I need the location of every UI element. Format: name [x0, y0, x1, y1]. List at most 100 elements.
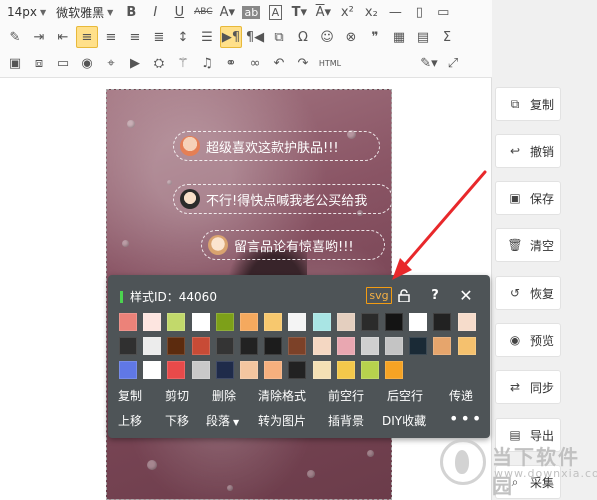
subscript-icon[interactable]: x₂: [360, 1, 382, 23]
ltr-icon[interactable]: ▶¶: [220, 26, 242, 48]
superscript-icon[interactable]: x²: [336, 1, 358, 23]
action-move-up[interactable]: 上移: [118, 412, 142, 429]
align-left-icon[interactable]: ≡: [76, 26, 98, 48]
action-space-after[interactable]: 后空行: [387, 387, 423, 404]
color-swatch[interactable]: [264, 361, 283, 379]
side-copy-button[interactable]: ⧉ 复制: [495, 87, 561, 121]
omega-icon[interactable]: Ω: [292, 26, 314, 48]
color-swatch[interactable]: [409, 313, 428, 331]
line-height-icon[interactable]: ↕: [172, 26, 194, 48]
color-swatch[interactable]: [167, 313, 186, 331]
brush-icon[interactable]: ⛭: [148, 52, 170, 74]
background-color-icon[interactable]: ab: [240, 1, 262, 23]
color-swatch[interactable]: [119, 313, 137, 331]
color-swatch[interactable]: [215, 313, 234, 331]
record-icon[interactable]: ◉: [76, 52, 98, 74]
italic-icon[interactable]: I: [144, 1, 166, 23]
color-swatch[interactable]: [457, 313, 476, 331]
help-icon[interactable]: ?: [426, 286, 444, 304]
sigma-icon[interactable]: Σ: [436, 26, 458, 48]
map-icon[interactable]: ⌖: [100, 52, 122, 74]
link-icon[interactable]: ⊗: [340, 26, 362, 48]
side-save-button[interactable]: ▣ 保存: [495, 181, 561, 215]
color-swatch[interactable]: [239, 337, 258, 355]
color-swatch[interactable]: [191, 313, 210, 331]
format-icon[interactable]: ✎▾: [418, 52, 440, 74]
color-swatch[interactable]: [239, 361, 258, 379]
color-swatch[interactable]: [215, 361, 234, 379]
video-icon[interactable]: ▶: [124, 52, 146, 74]
color-swatch[interactable]: [433, 337, 452, 355]
multi-image-icon[interactable]: ⧈: [28, 52, 50, 74]
comment-bubble[interactable]: 不行!得快点喊我老公买给我: [173, 184, 391, 214]
color-swatch[interactable]: [360, 313, 379, 331]
paragraph-spacing-icon[interactable]: ☰: [196, 26, 218, 48]
color-swatch[interactable]: [360, 337, 379, 355]
color-swatch[interactable]: [312, 337, 331, 355]
quote-icon[interactable]: ❞: [364, 26, 386, 48]
color-swatch[interactable]: [143, 313, 162, 331]
color-swatch[interactable]: [385, 361, 404, 379]
color-swatch[interactable]: [191, 361, 210, 379]
action-cut[interactable]: 剪切: [165, 387, 189, 404]
color-swatch[interactable]: [360, 361, 379, 379]
strikethrough-icon[interactable]: ABC: [192, 1, 214, 23]
emoji-icon[interactable]: ☺: [316, 26, 338, 48]
more-icon[interactable]: •••: [449, 409, 483, 428]
action-diy-favorite[interactable]: DIY收藏: [382, 412, 426, 429]
comment-bubble[interactable]: 留言品论有惊喜哟!!!: [201, 230, 385, 260]
color-swatch[interactable]: [239, 313, 258, 331]
action-delete[interactable]: 删除: [212, 387, 236, 404]
unlink-icon[interactable]: ⚭: [220, 52, 242, 74]
table-icon[interactable]: ▦: [388, 26, 410, 48]
bold-icon[interactable]: B: [120, 1, 142, 23]
align-right-icon[interactable]: ≡: [124, 26, 146, 48]
border-text-icon[interactable]: A: [264, 1, 286, 23]
action-pass[interactable]: 传递: [449, 387, 473, 404]
color-swatch[interactable]: [336, 361, 355, 379]
image-icon[interactable]: ▣: [4, 52, 26, 74]
color-swatch[interactable]: [433, 313, 452, 331]
action-space-before[interactable]: 前空行: [328, 387, 364, 404]
action-move-down[interactable]: 下移: [165, 412, 189, 429]
side-preview-button[interactable]: ◉ 预览: [495, 323, 561, 357]
outdent-icon[interactable]: ⇤: [52, 26, 74, 48]
color-swatch[interactable]: [336, 313, 355, 331]
side-clear-button[interactable]: 🗑 清空: [495, 228, 561, 262]
color-swatch[interactable]: [409, 337, 428, 355]
action-copy[interactable]: 复制: [118, 387, 142, 404]
eraser-icon[interactable]: ✎: [4, 26, 26, 48]
color-swatch[interactable]: [336, 337, 355, 355]
action-insert-bg[interactable]: 插背景: [328, 412, 364, 429]
color-swatch[interactable]: [191, 337, 210, 355]
lock-icon[interactable]: [395, 286, 413, 304]
color-swatch[interactable]: [288, 361, 307, 379]
align-center-icon[interactable]: ≡: [100, 26, 122, 48]
indent-icon[interactable]: ⇥: [28, 26, 50, 48]
side-restore-button[interactable]: ↺ 恢复: [495, 276, 561, 310]
page-icon[interactable]: ▯: [408, 1, 430, 23]
color-swatch[interactable]: [167, 361, 186, 379]
color-swatch[interactable]: [119, 361, 137, 379]
svg-button[interactable]: svg: [366, 287, 392, 304]
action-to-image[interactable]: 转为图片: [258, 412, 306, 429]
overline-icon[interactable]: A ▾: [312, 1, 334, 23]
magic-icon[interactable]: ⚚: [172, 52, 194, 74]
color-swatch[interactable]: [143, 337, 162, 355]
justify-icon[interactable]: ≣: [148, 26, 170, 48]
font-color-icon[interactable]: A▾: [216, 1, 238, 23]
html-button[interactable]: HTML: [316, 52, 344, 74]
new-doc-icon[interactable]: —: [384, 1, 406, 23]
template-icon[interactable]: ▤: [412, 26, 434, 48]
color-swatch[interactable]: [143, 361, 162, 379]
undo-icon[interactable]: ↶: [268, 52, 290, 74]
action-paragraph[interactable]: 段落 ▼: [206, 412, 239, 429]
color-swatch[interactable]: [312, 361, 331, 379]
font-size-select[interactable]: 14px ▼: [4, 1, 49, 23]
color-swatch[interactable]: [264, 313, 283, 331]
comment-bubble[interactable]: 超级喜欢这款护肤品!!!: [173, 131, 380, 161]
fullscreen-icon[interactable]: ⤢: [442, 52, 464, 74]
underline-icon[interactable]: U: [168, 1, 190, 23]
redo-icon[interactable]: ↷: [292, 52, 314, 74]
color-swatch[interactable]: [264, 337, 283, 355]
